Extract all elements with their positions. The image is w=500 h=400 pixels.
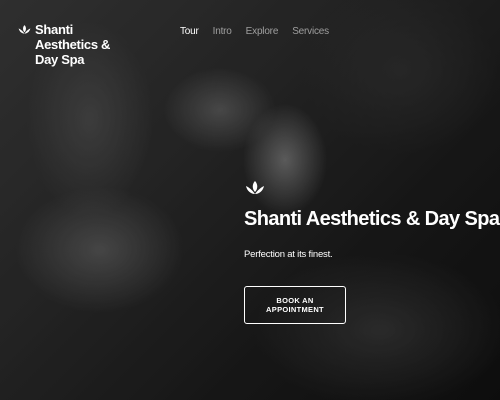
hero-section: Shanti Aesthetics & Day Spa Tour Intro E… [0,0,500,400]
nav-item-explore[interactable]: Explore [246,26,279,37]
nav-item-tour[interactable]: Tour [180,26,199,37]
hero-title: Shanti Aesthetics & Day Spa [244,208,500,230]
brand-name: Shanti Aesthetics & Day Spa [35,22,111,67]
main-nav: Tour Intro Explore Services [180,26,329,37]
book-appointment-button[interactable]: BOOK AN APPOINTMENT [244,286,346,324]
brand[interactable]: Shanti Aesthetics & Day Spa [18,22,135,67]
lotus-icon [18,25,31,34]
hero-content: Shanti Aesthetics & Day Spa Perfection a… [244,180,500,324]
lotus-icon [246,181,264,194]
nav-item-intro[interactable]: Intro [213,26,232,37]
hero-tagline: Perfection at its finest. [244,249,333,260]
nav-item-services[interactable]: Services [292,26,329,37]
